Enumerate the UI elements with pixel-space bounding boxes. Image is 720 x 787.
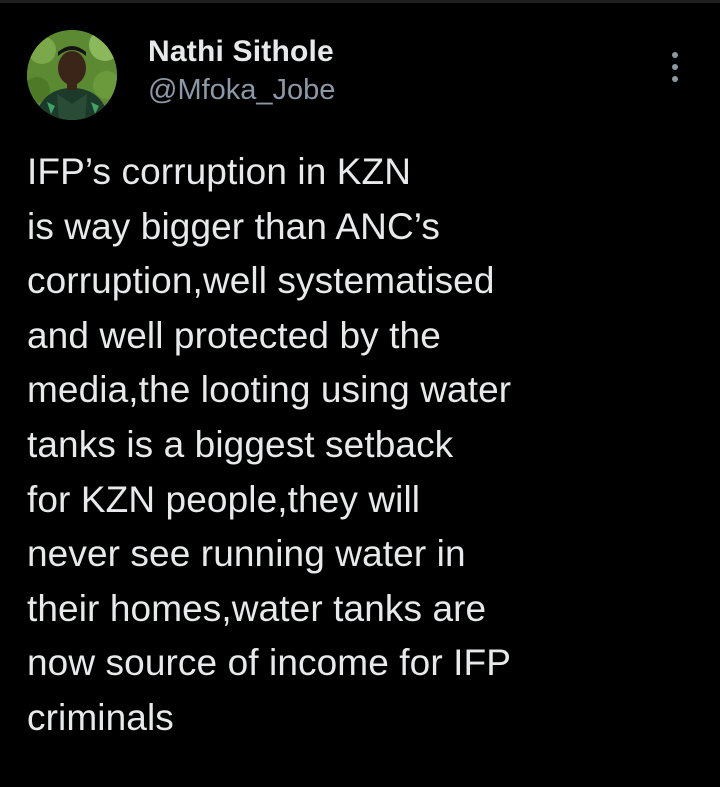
tweet-header: Nathi Sithole @Mfoka_Jobe	[27, 30, 693, 122]
more-vertical-icon	[672, 64, 678, 70]
author-names: Nathi Sithole @Mfoka_Jobe	[148, 34, 335, 108]
display-name[interactable]: Nathi Sithole	[148, 34, 335, 70]
user-avatar-photo-icon	[27, 30, 117, 120]
avatar[interactable]	[27, 30, 117, 120]
tweet-card: Nathi Sithole @Mfoka_Jobe IFP’s corrupti…	[0, 0, 720, 787]
user-handle[interactable]: @Mfoka_Jobe	[148, 72, 335, 108]
more-vertical-icon	[672, 52, 678, 58]
more-options-button[interactable]	[663, 50, 687, 84]
more-vertical-icon	[672, 76, 678, 82]
tweet-text: IFP’s corruption in KZN is way bigger th…	[27, 151, 512, 738]
